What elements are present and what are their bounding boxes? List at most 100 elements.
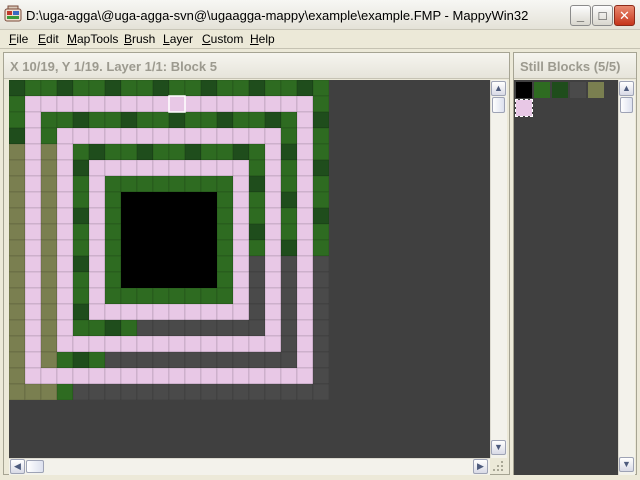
map-tile[interactable] xyxy=(312,287,329,305)
map-tile[interactable] xyxy=(280,255,298,273)
map-tile[interactable] xyxy=(72,367,90,385)
map-tile[interactable] xyxy=(136,95,154,113)
map-tile[interactable] xyxy=(72,351,90,369)
map-tile[interactable] xyxy=(280,319,298,337)
map-tile[interactable] xyxy=(152,255,170,273)
map-tile[interactable] xyxy=(120,207,138,225)
map-tile[interactable] xyxy=(232,367,250,385)
map-tile[interactable] xyxy=(40,95,58,113)
map-tile[interactable] xyxy=(40,319,58,337)
map-tile[interactable] xyxy=(9,95,26,113)
map-tile[interactable] xyxy=(136,175,154,193)
map-tile[interactable] xyxy=(9,80,26,97)
map-tile[interactable] xyxy=(136,367,154,385)
map-tile[interactable] xyxy=(104,367,122,385)
map-tile[interactable] xyxy=(232,95,250,113)
map-tile[interactable] xyxy=(248,175,266,193)
map-tile[interactable] xyxy=(312,255,329,273)
map-tile[interactable] xyxy=(40,367,58,385)
map-tile[interactable] xyxy=(56,207,74,225)
map-tile[interactable] xyxy=(56,111,74,129)
map-tile[interactable] xyxy=(152,287,170,305)
map-tile[interactable] xyxy=(168,223,186,241)
map-tile[interactable] xyxy=(168,111,186,129)
map-tile[interactable] xyxy=(200,383,218,400)
map-tile[interactable] xyxy=(104,111,122,129)
map-tile[interactable] xyxy=(56,127,74,145)
map-tile[interactable] xyxy=(88,239,106,257)
map-tile[interactable] xyxy=(72,335,90,353)
menu-maptools[interactable]: MapTools xyxy=(67,32,118,46)
map-tile[interactable] xyxy=(104,223,122,241)
map-tile[interactable] xyxy=(24,383,42,400)
map-tile[interactable] xyxy=(200,191,218,209)
map-tile[interactable] xyxy=(312,127,329,145)
map-tile[interactable] xyxy=(9,319,26,337)
map-tile[interactable] xyxy=(248,351,266,369)
map-tile[interactable] xyxy=(88,80,106,97)
map-tile[interactable] xyxy=(104,175,122,193)
map-tile[interactable] xyxy=(120,319,138,337)
map-tile[interactable] xyxy=(248,303,266,321)
map-tile[interactable] xyxy=(72,255,90,273)
map-tile[interactable] xyxy=(168,175,186,193)
map-tile[interactable] xyxy=(24,159,42,177)
map-tile[interactable] xyxy=(248,383,266,400)
map-tile[interactable] xyxy=(40,111,58,129)
map-tile[interactable] xyxy=(216,383,234,400)
map-tile[interactable] xyxy=(200,335,218,353)
menu-custom[interactable]: Custom xyxy=(202,32,243,46)
map-tile[interactable] xyxy=(232,335,250,353)
map-tile[interactable] xyxy=(296,287,314,305)
map-tile[interactable] xyxy=(296,239,314,257)
map-tile[interactable] xyxy=(184,111,202,129)
map-tile[interactable] xyxy=(24,207,42,225)
map-tile[interactable] xyxy=(88,191,106,209)
map-tile[interactable] xyxy=(168,95,186,113)
map-tile[interactable] xyxy=(56,383,74,400)
map-tile[interactable] xyxy=(24,111,42,129)
map-tile[interactable] xyxy=(88,127,106,145)
menu-help[interactable]: Help xyxy=(250,32,275,46)
map-tile[interactable] xyxy=(296,255,314,273)
menu-file[interactable]: File xyxy=(9,32,28,46)
map-tile[interactable] xyxy=(264,351,282,369)
map-tile[interactable] xyxy=(104,191,122,209)
map-tile[interactable] xyxy=(104,143,122,161)
map-tile[interactable] xyxy=(40,223,58,241)
map-tile[interactable] xyxy=(248,239,266,257)
map-tile[interactable] xyxy=(264,335,282,353)
map-tile[interactable] xyxy=(24,303,42,321)
map-tile[interactable] xyxy=(9,255,26,273)
map-tile[interactable] xyxy=(152,351,170,369)
map-tile[interactable] xyxy=(104,351,122,369)
map-tile[interactable] xyxy=(216,207,234,225)
map-tile[interactable] xyxy=(136,255,154,273)
map-tile[interactable] xyxy=(40,383,58,400)
map-tile[interactable] xyxy=(56,319,74,337)
map-tile[interactable] xyxy=(9,239,26,257)
map-tile[interactable] xyxy=(200,319,218,337)
map-tile[interactable] xyxy=(9,271,26,289)
map-tile[interactable] xyxy=(184,159,202,177)
map-tile[interactable] xyxy=(280,159,298,177)
map-tile[interactable] xyxy=(296,127,314,145)
map-tile[interactable] xyxy=(24,80,42,97)
map-tile[interactable] xyxy=(152,319,170,337)
map-tile[interactable] xyxy=(168,207,186,225)
map-tile[interactable] xyxy=(120,175,138,193)
map-tile[interactable] xyxy=(152,159,170,177)
cobblestone-block[interactable] xyxy=(570,82,586,98)
map-tile[interactable] xyxy=(264,367,282,385)
map-tile[interactable] xyxy=(184,367,202,385)
map-tile[interactable] xyxy=(168,80,186,97)
map-tile[interactable] xyxy=(264,223,282,241)
map-tile[interactable] xyxy=(152,239,170,257)
map-tile[interactable] xyxy=(56,255,74,273)
map-tile[interactable] xyxy=(152,223,170,241)
map-tile[interactable] xyxy=(136,287,154,305)
map-tile[interactable] xyxy=(9,303,26,321)
map-tile[interactable] xyxy=(232,223,250,241)
map-tile[interactable] xyxy=(88,95,106,113)
map-tile[interactable] xyxy=(248,80,266,97)
